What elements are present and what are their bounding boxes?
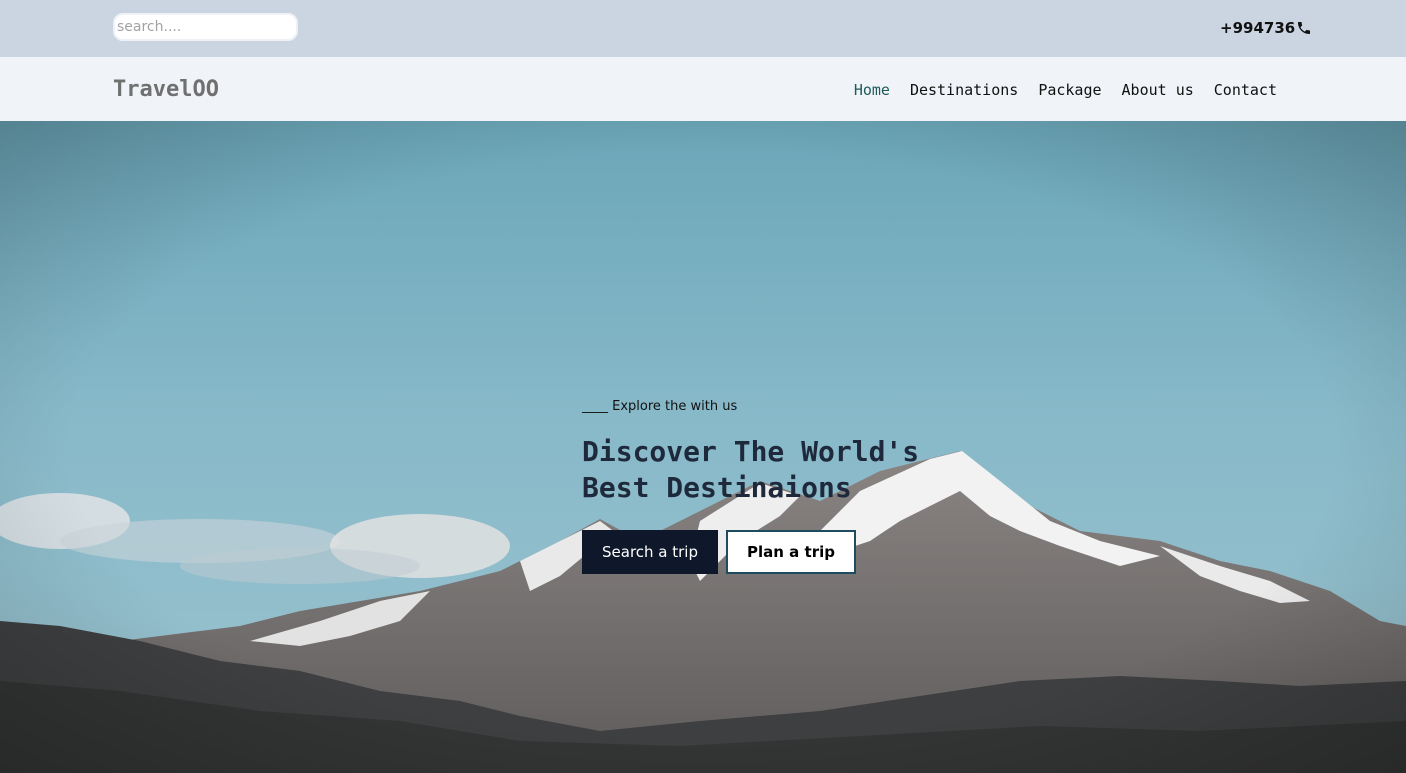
plan-trip-button[interactable]: Plan a trip [726,530,856,574]
nav-link-contact[interactable]: Contact [1214,81,1277,99]
hero-content: ____ Explore the with us Discover The Wo… [582,399,942,574]
nav-link-about-us[interactable]: About us [1122,81,1194,99]
phone-number: +994736 [1220,19,1296,37]
site-logo[interactable]: TravelOO [113,77,219,102]
hero-tagline: ____ Explore the with us [582,399,738,414]
main-nav: Home Destinations Package About us Conta… [854,81,1277,99]
hero-headline-line2: Best Destinaions [582,471,852,504]
hero-headline-line1: Discover The World's [582,435,920,468]
nav-link-home[interactable]: Home [854,81,890,99]
phone-icon [1296,20,1312,36]
search-trip-button[interactable]: Search a trip [582,530,718,574]
hero-headline: Discover The World's Best Destinaions [582,434,942,506]
top-bar: +994736 [0,0,1406,57]
nav-link-package[interactable]: Package [1038,81,1101,99]
phone-contact[interactable]: +994736 [1220,18,1312,38]
hero-section: ____ Explore the with us Discover The Wo… [0,121,1406,773]
search-input[interactable] [113,13,298,41]
hero-buttons: Search a trip Plan a trip [582,530,942,574]
nav-link-destinations[interactable]: Destinations [910,81,1018,99]
navbar: TravelOO Home Destinations Package About… [0,57,1406,121]
